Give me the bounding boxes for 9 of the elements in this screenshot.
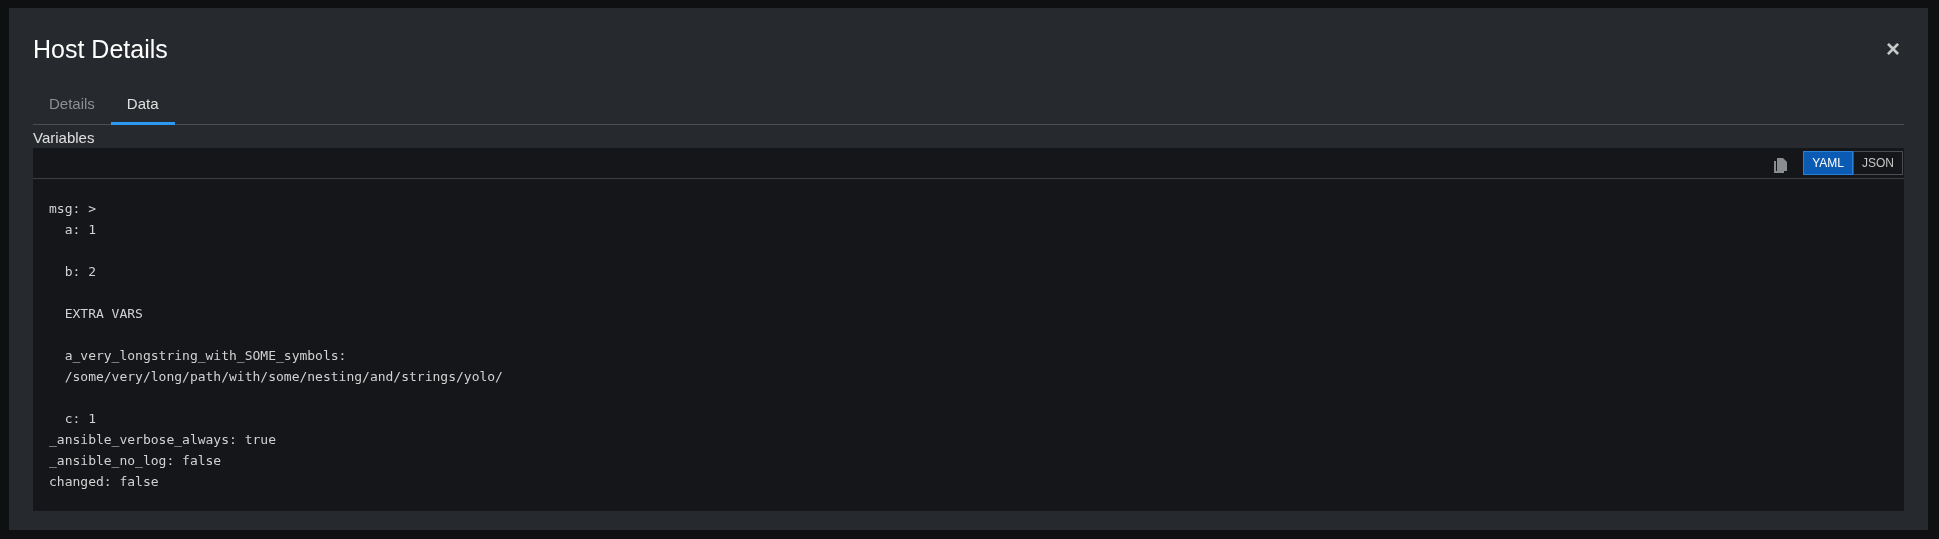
code-text: msg: > a: 1 b: 2 EXTRA VARS a_very_longstring_with_SOME_symbols: /some/very/long/path/with/some/nesting/and/strings/yolo/ c: 1 _ansible_verbose_always: true _ansible_no_log: false changed: false [48,200,504,491]
tab[interactable]: Data [110,87,175,125]
copy-icon[interactable] [1774,157,1788,173]
modal-title: Host Details [33,34,168,64]
mode-toggle[interactable]: JSON [1853,151,1903,175]
mode-toggle[interactable]: YAML [1803,151,1853,175]
tab[interactable]: Details [33,87,111,125]
variables-label: Variables [33,129,96,146]
close-button[interactable]: × [1882,37,1904,61]
